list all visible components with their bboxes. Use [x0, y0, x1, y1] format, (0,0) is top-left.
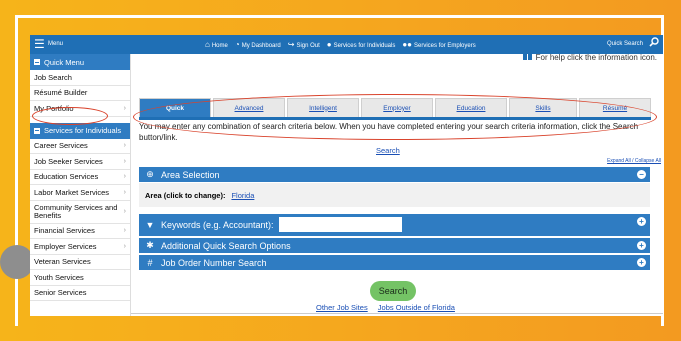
nav-home[interactable]: ⌂ Home — [205, 40, 228, 49]
chevron-right-icon: › — [123, 157, 126, 165]
main-content: For help click the information icon. Qui… — [131, 53, 663, 316]
tab-intelligent[interactable]: Intelligent — [287, 98, 359, 117]
collapse-icon — [34, 59, 40, 65]
search-icon[interactable] — [649, 37, 659, 47]
top-navbar: ☰ Menu ⌂ Home ◔ My Dashboard ↪ Sign Out ● Se… — [30, 35, 663, 54]
browser-screenshot: ☰ Menu ⌂ Home ◔ My Dashboard ↪ Sign Out ● Se… — [30, 35, 663, 316]
sidebar-item-senior-services[interactable]: Senior Services — [30, 286, 130, 301]
quick-search-label[interactable]: Quick Search — [607, 41, 643, 47]
area-label: Area (click to change): — [145, 190, 226, 200]
quick-menu-header[interactable]: Quick Menu — [30, 54, 130, 70]
tab-employer[interactable]: Employer — [361, 98, 433, 117]
sidebar-item-employer-services[interactable]: Employer Services › — [30, 239, 130, 255]
chevron-right-icon: › — [123, 104, 126, 112]
sidebar-item-job-search[interactable]: Job Search — [30, 70, 130, 86]
plus-icon[interactable]: + — [637, 258, 646, 267]
chevron-right-icon: › — [123, 227, 126, 235]
hash-icon: # — [147, 257, 153, 268]
people-icon: ●● — [402, 40, 413, 49]
chevron-right-icon: › — [123, 173, 126, 181]
tab-quick[interactable]: Quick — [139, 98, 211, 117]
sidebar-item-labor-market-services[interactable]: Labor Market Services › — [30, 185, 130, 201]
collapse-icon — [34, 127, 40, 134]
sidebar-item-job-seeker-services[interactable]: Job Seeker Services › — [30, 154, 130, 170]
sidebar-item-career-services[interactable]: Career Services › — [30, 139, 130, 154]
chevron-right-icon: › — [123, 242, 126, 250]
minus-icon[interactable]: − — [637, 170, 646, 179]
sidebar: Quick Menu Job Search Résumé Builder My … — [30, 54, 131, 316]
menu-label[interactable]: Menu — [48, 41, 63, 47]
plus-icon[interactable]: + — [637, 241, 646, 250]
sidebar-item-veteran-services[interactable]: Veteran Services — [30, 255, 130, 270]
divider — [131, 313, 663, 314]
info-icon[interactable] — [523, 53, 528, 60]
other-job-sites-link[interactable]: Other Job Sites — [316, 303, 368, 312]
area-value-link[interactable]: Florida — [231, 191, 254, 200]
tab-skills[interactable]: Skills — [509, 98, 577, 117]
tab-advanced[interactable]: Advanced — [213, 98, 285, 117]
search-tabs: Quick Advanced Intelligent Employer Educ… — [139, 98, 651, 120]
gray-dot — [0, 245, 34, 279]
hamburger-icon[interactable]: ☰ — [34, 38, 45, 50]
gear-icon: ✱ — [146, 240, 154, 250]
area-body: Area (click to change): Florida — [139, 183, 650, 207]
search-button[interactable]: Search — [370, 281, 416, 301]
chevron-right-icon: › — [123, 188, 126, 196]
services-header[interactable]: Services for Individuals — [30, 122, 130, 139]
intro-text: You may enter any combination of search … — [139, 122, 639, 142]
dashboard-icon: ◔ — [234, 40, 240, 49]
home-icon: ⌂ — [205, 40, 210, 49]
expand-collapse-link[interactable]: Expand All / Collapse All — [607, 158, 661, 164]
sidebar-item-education-services[interactable]: Education Services › — [30, 170, 130, 185]
nav-dashboard[interactable]: ◔ My Dashboard — [235, 40, 281, 49]
search-link[interactable]: Search — [376, 146, 400, 155]
info-icon[interactable] — [528, 53, 533, 60]
sidebar-item-my-portfolio[interactable]: My Portfolio › — [30, 101, 130, 117]
plus-icon[interactable]: + — [637, 217, 646, 226]
signout-icon: ↪ — [287, 40, 295, 49]
sidebar-item-financial-services[interactable]: Financial Services › — [30, 224, 130, 239]
jobs-outside-florida-link[interactable]: Jobs Outside of Florida — [378, 303, 455, 312]
help-text: For help click the information icon. — [523, 53, 657, 62]
sidebar-item-community-services[interactable]: Community Services and Benefits › — [30, 201, 130, 224]
keywords-input[interactable] — [279, 217, 402, 232]
chevron-right-icon: › — [123, 142, 126, 150]
top-nav-links: ⌂ Home ◔ My Dashboard ↪ Sign Out ● Services … — [205, 40, 476, 49]
job-order-bar[interactable]: # Job Order Number Search + — [139, 255, 650, 270]
sidebar-item-youth-services[interactable]: Youth Services — [30, 270, 130, 286]
area-selection-bar[interactable]: ⊕ Area Selection − — [139, 167, 650, 182]
additional-options-bar[interactable]: ✱ Additional Quick Search Options + — [139, 238, 650, 253]
tab-education[interactable]: Education — [435, 98, 507, 117]
nav-employers[interactable]: ●● Services for Employers — [402, 40, 475, 49]
chevron-right-icon: › — [123, 207, 126, 215]
slide-background: ☰ Menu ⌂ Home ◔ My Dashboard ↪ Sign Out ● Se… — [0, 0, 681, 341]
person-icon: ● — [326, 40, 332, 49]
nav-signout[interactable]: ↪ Sign Out — [288, 40, 320, 49]
bottom-links: Other Job Sites Jobs Outside of Florida — [316, 303, 463, 312]
tab-resume[interactable]: Résumé — [579, 98, 651, 117]
sidebar-item-resume-builder[interactable]: Résumé Builder — [30, 86, 130, 101]
nav-individuals[interactable]: ● Services for Individuals — [327, 40, 396, 49]
globe-icon: ⊕ — [146, 169, 154, 179]
keywords-bar: ▼ Keywords (e.g. Accountant): + — [139, 214, 650, 236]
filter-icon: ▼ — [145, 220, 155, 230]
